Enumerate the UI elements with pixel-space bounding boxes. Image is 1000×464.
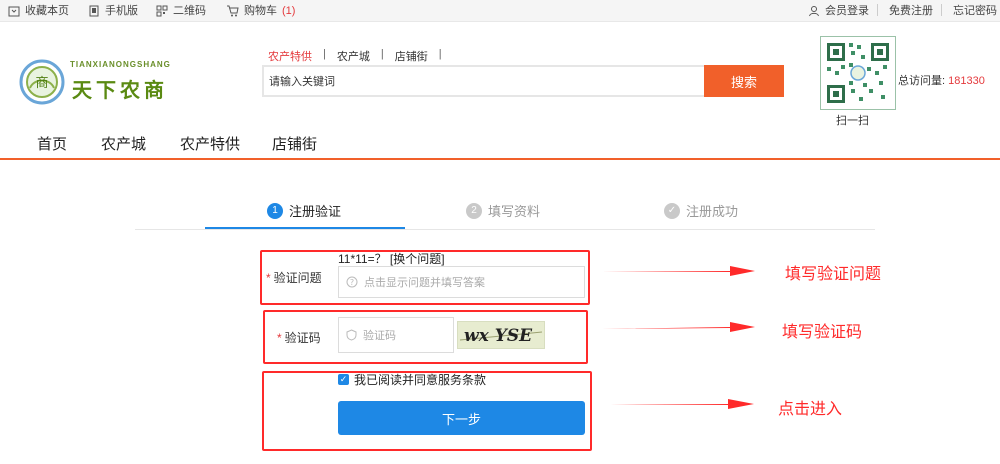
steps-active-indicator	[205, 227, 405, 229]
cart-count: (1)	[282, 5, 296, 17]
mobile-link[interactable]: 手机版	[88, 3, 138, 19]
login-link[interactable]: 会员登录	[808, 3, 869, 19]
search-tab-1[interactable]: 农产城	[337, 48, 370, 64]
site-logo[interactable]: 商 TIANXIANONGSHANG 天下农商	[18, 58, 178, 108]
check-icon: ✓	[664, 202, 680, 219]
arrow-right-icon	[602, 266, 755, 276]
logo-pinyin: TIANXIANONGSHANG	[70, 60, 171, 69]
svg-text:商: 商	[35, 76, 48, 91]
divider	[877, 4, 878, 16]
bookmark-label: 收藏本页	[25, 5, 69, 17]
step-label: 注册验证	[289, 204, 342, 219]
step-2: 2 填写资料	[466, 201, 540, 220]
annotation-next-text: 点击进入	[778, 401, 843, 418]
step-1: 1 注册验证	[267, 201, 341, 220]
logo-emblem-icon: 商	[19, 59, 65, 105]
forgot-label: 忘记密码	[953, 5, 997, 17]
annotation-question-text: 填写验证问题	[785, 266, 882, 283]
search-box	[262, 65, 704, 97]
annotation-box-question	[260, 250, 590, 305]
visit-counter: 总访问量: 181330	[898, 72, 985, 88]
annotation-box-next	[262, 371, 592, 451]
nav-item-home[interactable]: 首页	[37, 133, 67, 154]
nav-item-shops[interactable]: 店铺街	[272, 133, 317, 154]
qr-caption: 扫一扫	[836, 115, 869, 127]
step-3: ✓ 注册成功	[664, 201, 738, 220]
qrcode-label: 二维码	[173, 5, 206, 17]
tab-divider: |	[380, 48, 384, 60]
forgot-password-link[interactable]: 忘记密码	[953, 3, 997, 19]
bookmark-link[interactable]: 收藏本页	[8, 3, 69, 19]
step-label: 注册成功	[686, 204, 739, 219]
nav-item-special[interactable]: 农产特供	[180, 133, 240, 154]
divider	[941, 4, 942, 16]
qrcode-icon	[156, 5, 168, 17]
nav-item-market[interactable]: 农产城	[101, 133, 146, 154]
step-number: 1	[267, 202, 283, 219]
login-label: 会员登录	[825, 5, 869, 17]
qr-code-image	[820, 36, 896, 110]
register-label: 免费注册	[889, 5, 933, 17]
cart-link[interactable]: 购物车 (1)	[226, 3, 295, 19]
arrow-right-icon	[610, 399, 754, 409]
search-input[interactable]	[264, 67, 704, 95]
mobile-label: 手机版	[105, 5, 138, 17]
cart-label: 购物车	[244, 5, 277, 17]
register-link[interactable]: 免费注册	[889, 3, 933, 19]
steps-divider	[135, 229, 875, 230]
nav-underline	[0, 158, 1000, 160]
cart-icon	[227, 5, 239, 17]
bookmark-icon	[8, 6, 20, 17]
arrow-right-icon	[602, 322, 755, 332]
search-tabs: 农产特供 | 农产城 | 店铺街 |	[268, 48, 453, 64]
tab-divider: |	[438, 48, 442, 60]
annotation-box-captcha	[263, 310, 588, 364]
qrcode-link[interactable]: 二维码	[156, 3, 206, 19]
logo-text: 天下农商	[72, 78, 168, 102]
qr-code-icon	[827, 43, 889, 103]
annotation-captcha-text: 填写验证码	[782, 324, 863, 341]
step-number: 2	[466, 202, 482, 219]
step-label: 填写资料	[488, 204, 541, 219]
tab-divider: |	[323, 48, 326, 60]
main-nav: 首页 农产城 农产特供 店铺街	[0, 133, 1000, 159]
top-bar: 收藏本页 手机版 二维码 购物车 (1) 会员登录 免费注册 忘记密码	[0, 0, 1000, 22]
user-icon	[809, 6, 819, 17]
search-tab-0[interactable]: 农产特供	[268, 48, 312, 64]
mobile-icon	[89, 5, 99, 17]
search-tab-2[interactable]: 店铺街	[395, 48, 428, 64]
visit-count: 181330	[948, 75, 985, 87]
visit-label: 总访问量:	[898, 75, 946, 87]
search-button[interactable]: 搜索	[704, 65, 784, 97]
